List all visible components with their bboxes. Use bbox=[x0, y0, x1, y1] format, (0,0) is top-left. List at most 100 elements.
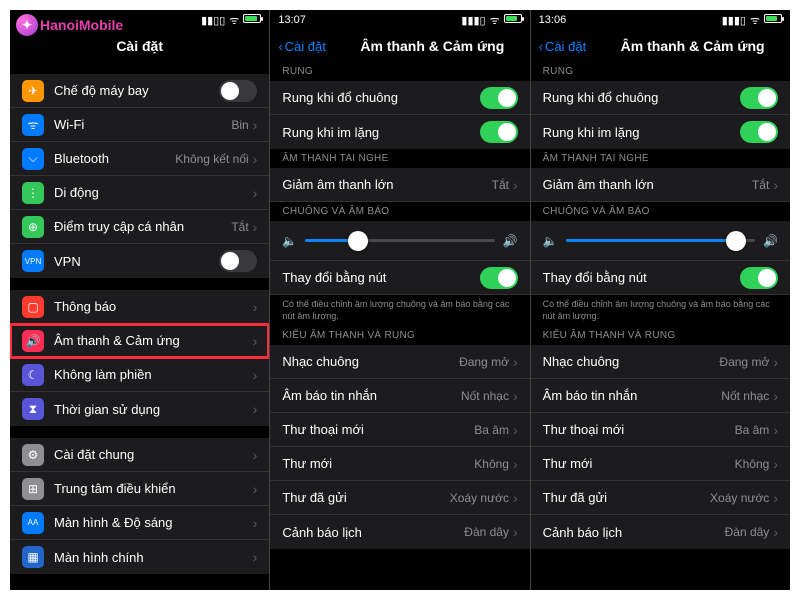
chevron-right-icon: › bbox=[253, 117, 258, 133]
nav-header: ‹ Cài đặt Âm thanh & Cảm ứng bbox=[531, 30, 790, 62]
section-header: KIỂU ÂM THANH VÀ RUNG bbox=[270, 326, 529, 345]
row-label: Chế độ máy bay bbox=[54, 83, 219, 98]
toggle-row[interactable]: Rung khi đổ chuông bbox=[270, 81, 529, 115]
detail-row[interactable]: Cảnh báo lịchĐàn dây› bbox=[531, 515, 790, 549]
row-label: Rung khi đổ chuông bbox=[282, 90, 479, 105]
settings-row[interactable]: 🔊Âm thanh & Cảm ứng› bbox=[10, 324, 269, 358]
row-label: Thay đổi bằng nút bbox=[282, 270, 479, 285]
row-detail: Tắt bbox=[492, 178, 509, 192]
slider-fill bbox=[566, 239, 736, 242]
detail-row[interactable]: Giảm âm thanh lớnTắt› bbox=[270, 168, 529, 202]
volume-slider-row[interactable]: 🔈🔊 bbox=[270, 221, 529, 261]
row-icon: ✈ bbox=[22, 80, 44, 102]
chevron-right-icon: › bbox=[253, 549, 258, 565]
row-label: Âm báo tin nhắn bbox=[543, 388, 722, 403]
toggle-row[interactable]: Rung khi im lặng bbox=[270, 115, 529, 149]
settings-row[interactable]: ▢Thông báo› bbox=[10, 290, 269, 324]
row-label: Màn hình chính bbox=[54, 550, 253, 565]
chevron-right-icon: › bbox=[773, 177, 778, 193]
toggle-switch[interactable] bbox=[480, 121, 518, 143]
row-icon: ⌵ bbox=[22, 148, 44, 170]
toggle-switch[interactable] bbox=[219, 250, 257, 272]
row-label: Cảnh báo lịch bbox=[543, 525, 725, 540]
detail-row[interactable]: Âm báo tin nhắnNốt nhạc› bbox=[531, 379, 790, 413]
detail-row[interactable]: Thư mớiKhông› bbox=[531, 447, 790, 481]
row-label: Giảm âm thanh lớn bbox=[543, 177, 752, 192]
wifi-icon: ᯤ bbox=[490, 13, 500, 28]
detail-row[interactable]: Thư đã gửiXoáy nước› bbox=[270, 481, 529, 515]
toggle-switch[interactable] bbox=[740, 267, 778, 289]
signal-icon: ▮▮▮▯ bbox=[722, 14, 746, 27]
sounds-panel-high-volume: 13:06 ▮▮▮▯ ᯤ ‹ Cài đặt Âm thanh & Cảm ứn… bbox=[531, 10, 790, 590]
chevron-right-icon: › bbox=[513, 177, 518, 193]
detail-row[interactable]: Thư mớiKhông › bbox=[270, 447, 529, 481]
row-detail: Không bbox=[474, 457, 509, 471]
detail-row[interactable]: Âm báo tin nhắnNốt nhạc› bbox=[270, 379, 529, 413]
speaker-high-icon: 🔊 bbox=[503, 234, 518, 248]
toggle-switch[interactable] bbox=[480, 267, 518, 289]
toggle-switch[interactable] bbox=[480, 87, 518, 109]
toggle-switch[interactable] bbox=[219, 80, 257, 102]
slider-thumb[interactable] bbox=[348, 231, 368, 251]
row-label: Thời gian sử dụng bbox=[54, 402, 253, 417]
detail-row[interactable]: Thư thoại mớiBa âm› bbox=[270, 413, 529, 447]
row-icon: ᯤ bbox=[22, 114, 44, 136]
chevron-right-icon: › bbox=[773, 354, 778, 370]
settings-row[interactable]: ⚙Cài đặt chung› bbox=[10, 438, 269, 472]
slider-thumb[interactable] bbox=[726, 231, 746, 251]
back-label: Cài đặt bbox=[285, 39, 326, 54]
toggle-row[interactable]: Rung khi im lặng bbox=[531, 115, 790, 149]
toggle-switch[interactable] bbox=[740, 87, 778, 109]
row-detail: Ba âm bbox=[474, 423, 509, 437]
row-label: Thư thoại mới bbox=[543, 422, 735, 437]
settings-row[interactable]: ᯤWi-FiBin› bbox=[10, 108, 269, 142]
slider-track[interactable] bbox=[305, 239, 494, 242]
row-detail: Ba âm bbox=[735, 423, 770, 437]
settings-row[interactable]: ⊞Trung tâm điều khiển› bbox=[10, 472, 269, 506]
chevron-left-icon: ‹ bbox=[539, 39, 543, 54]
detail-row[interactable]: Thư thoại mớiBa âm› bbox=[531, 413, 790, 447]
row-icon: ☾ bbox=[22, 364, 44, 386]
back-button[interactable]: ‹ Cài đặt bbox=[278, 39, 326, 54]
slider-track[interactable] bbox=[566, 239, 755, 242]
row-detail: Nốt nhạc bbox=[461, 389, 509, 403]
detail-row[interactable]: Nhạc chuôngĐang mở› bbox=[270, 345, 529, 379]
page-title: Âm thanh & Cảm ứng bbox=[330, 38, 529, 54]
row-detail: Đàn dây bbox=[725, 525, 770, 539]
brand-logo: ✦ HanoiMobile bbox=[16, 14, 123, 36]
detail-row[interactable]: Nhạc chuôngĐang mở› bbox=[531, 345, 790, 379]
settings-row[interactable]: ⊕Điểm truy cập cá nhânTắt› bbox=[10, 210, 269, 244]
settings-row[interactable]: ⋮Di động› bbox=[10, 176, 269, 210]
settings-row[interactable]: ✈ Chế độ máy bay bbox=[10, 74, 269, 108]
chevron-right-icon: › bbox=[513, 456, 518, 472]
settings-row[interactable]: ⧗Thời gian sử dụng› bbox=[10, 392, 269, 426]
row-icon: ⋮ bbox=[22, 182, 44, 204]
toggle-row[interactable]: Rung khi đổ chuông bbox=[531, 81, 790, 115]
status-bar: 13:06 ▮▮▮▯ ᯤ bbox=[531, 10, 790, 30]
toggle-switch[interactable] bbox=[740, 121, 778, 143]
toggle-row[interactable]: Thay đổi bằng nút bbox=[531, 261, 790, 295]
toggle-row[interactable]: Thay đổi bằng nút bbox=[270, 261, 529, 295]
row-detail: Đang mở bbox=[719, 355, 769, 369]
back-button[interactable]: ‹ Cài đặt bbox=[539, 39, 587, 54]
row-label: Thư mới bbox=[282, 456, 474, 471]
settings-row[interactable]: VPNVPN bbox=[10, 244, 269, 278]
detail-row[interactable]: Giảm âm thanh lớnTắt› bbox=[531, 168, 790, 202]
row-icon: ▢ bbox=[22, 296, 44, 318]
row-icon: VPN bbox=[22, 250, 44, 272]
detail-row[interactable]: Thư đã gửiXoáy nước› bbox=[531, 481, 790, 515]
section-header: RUNG bbox=[531, 62, 790, 81]
logo-badge-icon: ✦ bbox=[16, 14, 38, 36]
settings-row[interactable]: AAMàn hình & Độ sáng› bbox=[10, 506, 269, 540]
volume-slider-row[interactable]: 🔈🔊 bbox=[531, 221, 790, 261]
chevron-right-icon: › bbox=[253, 481, 258, 497]
row-detail: Xoáy nước bbox=[450, 491, 509, 505]
detail-row[interactable]: Cảnh báo lịchĐàn dây› bbox=[270, 515, 529, 549]
chevron-right-icon: › bbox=[253, 515, 258, 531]
settings-row[interactable]: ▦Màn hình chính› bbox=[10, 540, 269, 574]
row-label: Thông báo bbox=[54, 299, 253, 314]
settings-row[interactable]: ⌵BluetoothKhông kết nối› bbox=[10, 142, 269, 176]
settings-row[interactable]: ☾Không làm phiền› bbox=[10, 358, 269, 392]
row-label: Rung khi im lặng bbox=[543, 125, 740, 140]
row-label: Cài đặt chung bbox=[54, 447, 253, 462]
